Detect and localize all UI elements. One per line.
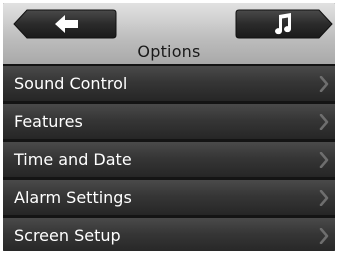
menu-item-sound-control[interactable]: Sound Control xyxy=(3,66,335,101)
arrow-left-icon xyxy=(55,15,78,33)
page-title: Options xyxy=(137,42,201,61)
options-screen: Options Sound Control Features Time and … xyxy=(3,3,335,251)
chevron-right-icon xyxy=(319,114,329,130)
music-note-icon xyxy=(275,13,292,35)
chevron-right-icon xyxy=(319,76,329,92)
menu-item-label: Screen Setup xyxy=(14,226,121,245)
menu-item-features[interactable]: Features xyxy=(3,104,335,139)
menu-item-time-and-date[interactable]: Time and Date xyxy=(3,142,335,177)
menu-item-label: Alarm Settings xyxy=(14,188,132,207)
menu-item-label: Time and Date xyxy=(14,150,132,169)
menu-item-label: Features xyxy=(14,112,83,131)
back-button[interactable] xyxy=(13,9,117,39)
chevron-right-icon xyxy=(319,228,329,244)
menu-item-screen-setup[interactable]: Screen Setup xyxy=(3,218,335,251)
chevron-right-icon xyxy=(319,190,329,206)
music-button[interactable] xyxy=(235,9,333,39)
chevron-right-icon xyxy=(319,152,329,168)
menu-item-alarm-settings[interactable]: Alarm Settings xyxy=(3,180,335,215)
menu-item-label: Sound Control xyxy=(14,74,128,93)
options-menu: Sound Control Features Time and Date Ala… xyxy=(3,66,335,251)
header-bar: Options xyxy=(3,3,335,64)
